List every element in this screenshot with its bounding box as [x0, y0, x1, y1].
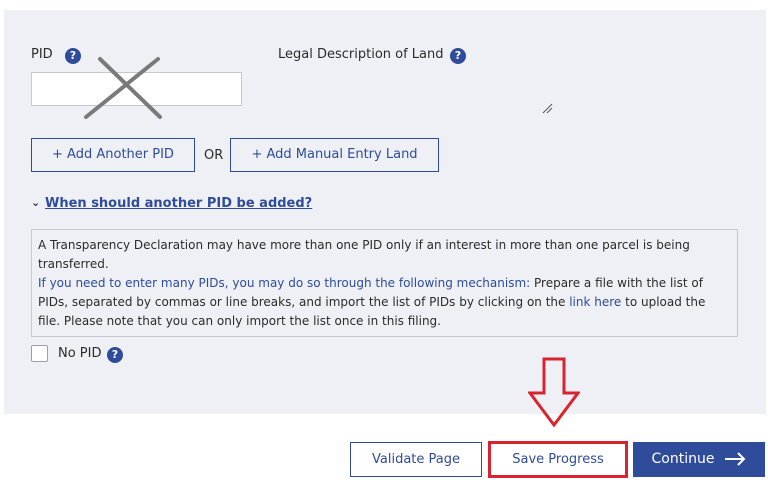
resize-handle-icon[interactable]: [541, 102, 553, 114]
save-progress-button[interactable]: Save Progress: [488, 441, 628, 478]
down-arrow-annotation-icon: [528, 357, 580, 427]
legal-description-help-icon[interactable]: ?: [450, 48, 466, 64]
upload-link[interactable]: link here: [569, 295, 621, 309]
info-mechanism-text: If you need to enter many PIDs, you may …: [38, 276, 531, 290]
info-box: A Transparency Declaration may have more…: [31, 229, 738, 337]
legal-description-label: Legal Description of Land: [278, 47, 444, 62]
continue-label: Continue: [651, 451, 715, 467]
no-pid-checkbox[interactable]: [31, 345, 48, 362]
no-pid-label: No PID: [58, 346, 102, 361]
pid-label: PID: [31, 47, 53, 62]
continue-button[interactable]: Continue: [633, 442, 765, 477]
x-mark-annotation-icon: [84, 57, 162, 119]
faq-toggle-link[interactable]: When should another PID be added?: [45, 196, 312, 211]
arrow-right-icon: [725, 452, 746, 466]
no-pid-help-icon[interactable]: ?: [107, 347, 123, 363]
chevron-down-icon[interactable]: ⌄: [31, 196, 40, 209]
or-text: OR: [204, 148, 224, 163]
validate-page-button[interactable]: Validate Page: [350, 442, 482, 477]
pid-help-icon[interactable]: ?: [65, 48, 81, 64]
info-text-1: A Transparency Declaration may have more…: [38, 238, 690, 271]
add-another-pid-button[interactable]: + Add Another PID: [31, 138, 195, 172]
add-manual-entry-land-button[interactable]: + Add Manual Entry Land: [230, 138, 439, 172]
